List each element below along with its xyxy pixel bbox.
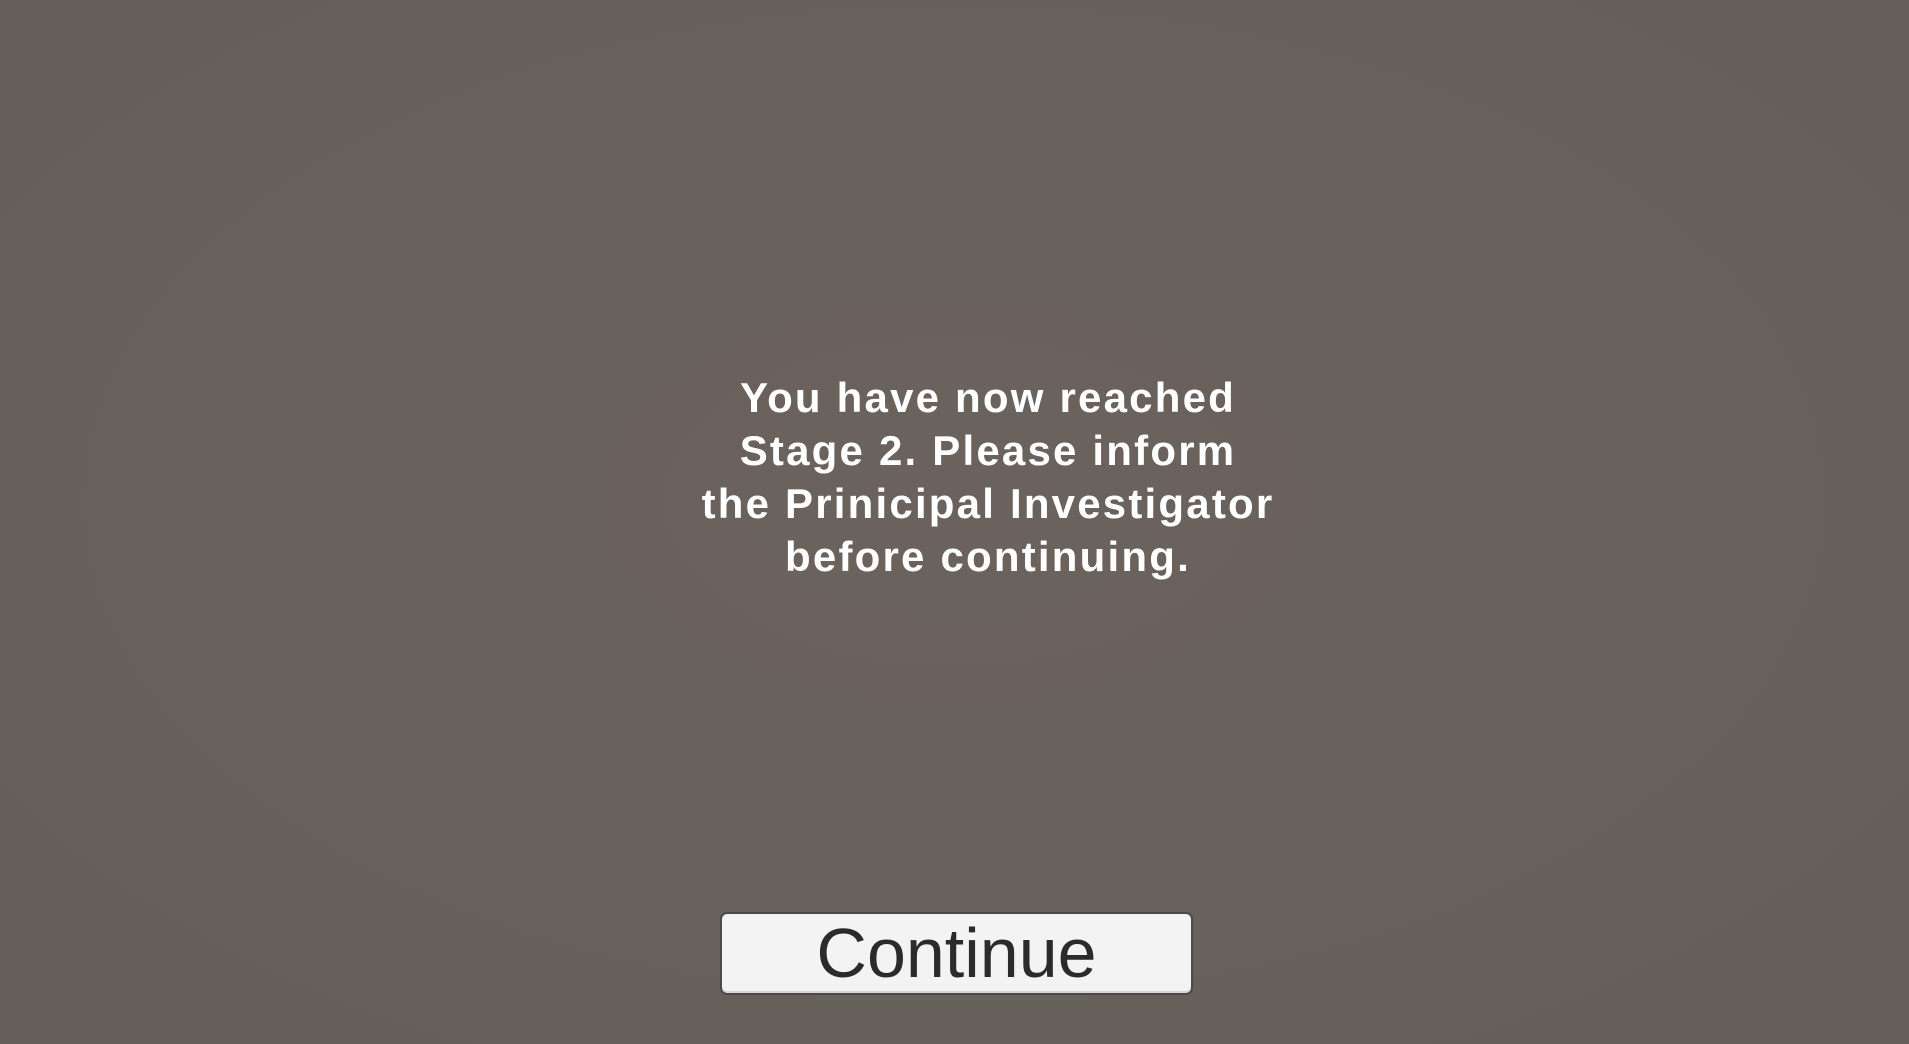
stage-message: You have now reached Stage 2. Please inf… — [701, 374, 1275, 580]
continue-button[interactable]: Continue — [720, 912, 1193, 995]
stage-transition-screen: You have now reached Stage 2. Please inf… — [0, 0, 1909, 1044]
